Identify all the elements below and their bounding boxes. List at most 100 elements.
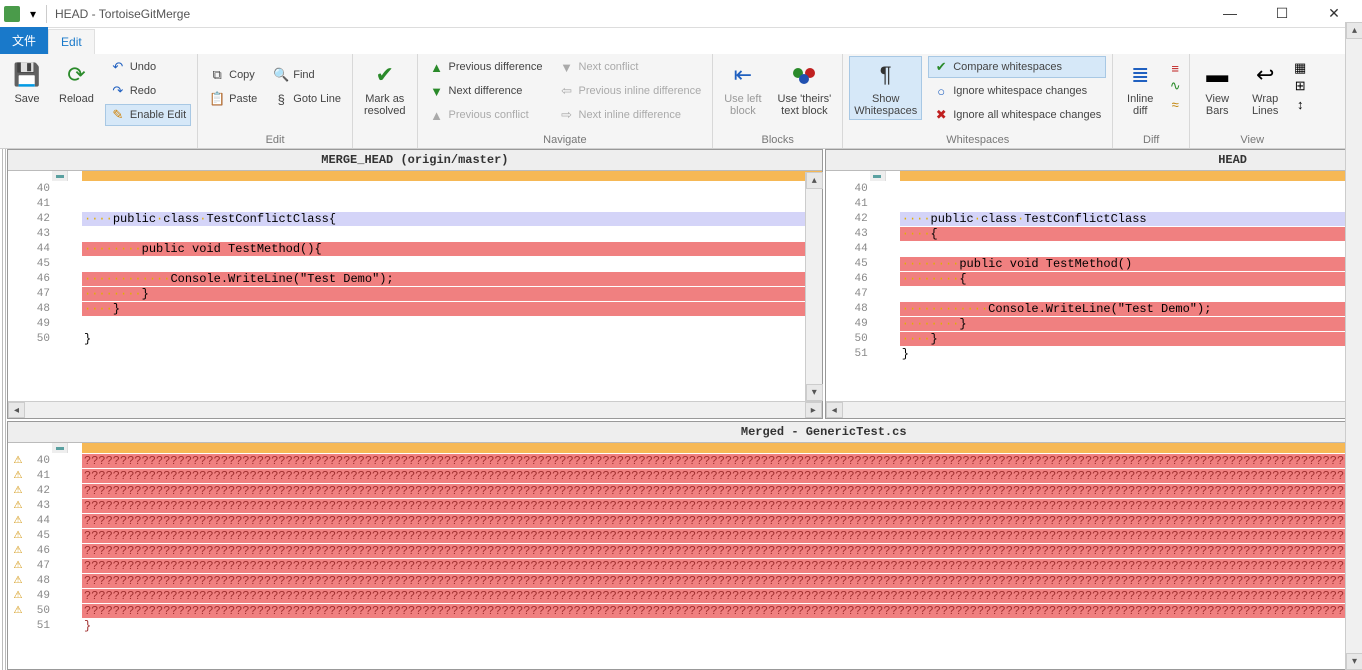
- minimize-button[interactable]: —: [1218, 5, 1242, 22]
- paste-button[interactable]: 📋Paste: [204, 88, 262, 110]
- code-line[interactable]: ⚠46?????????????????????????????????????…: [8, 543, 1362, 558]
- view-bars-label: View Bars: [1205, 93, 1229, 117]
- vscrollbar-merged[interactable]: ▴▾: [1345, 22, 1362, 670]
- prev-conflict-button[interactable]: ▲Previous conflict: [424, 104, 548, 126]
- code-line[interactable]: 41: [8, 196, 822, 211]
- reload-button[interactable]: ⟳ Reload: [54, 56, 99, 108]
- code-line[interactable]: 41: [826, 196, 1362, 211]
- x-icon: ✖: [933, 107, 949, 123]
- code-line[interactable]: 44········public void TestMethod(){: [8, 241, 822, 256]
- copy-button[interactable]: ⧉Copy: [204, 64, 262, 86]
- code-line[interactable]: ⚠50?????????????????????????????????????…: [8, 603, 1362, 618]
- arrow-down-icon: ▼: [559, 59, 575, 75]
- group-label: [359, 132, 411, 148]
- ignore-all-whitespace-button[interactable]: ✖Ignore all whitespace changes: [928, 104, 1106, 126]
- opt3-icon[interactable]: ≈: [1167, 96, 1183, 112]
- code-line[interactable]: 40: [826, 181, 1362, 196]
- code-line[interactable]: ⚠49?????????????????????????????????????…: [8, 588, 1362, 603]
- use-left-icon: ⇤: [727, 59, 759, 91]
- code-line[interactable]: 40: [8, 181, 822, 196]
- show-whitespaces-button[interactable]: ¶ Show Whitespaces: [849, 56, 922, 120]
- code-line[interactable]: 46········{: [826, 271, 1362, 286]
- save-label: Save: [14, 93, 39, 105]
- code-line[interactable]: 49········}: [826, 316, 1362, 331]
- ribbon-group-whitespaces: ¶ Show Whitespaces ✔Compare whitespaces …: [843, 54, 1113, 148]
- qat-dropdown-icon[interactable]: ▾: [24, 5, 42, 23]
- code-line[interactable]: 43: [8, 226, 822, 241]
- prev-inline-diff-button[interactable]: ⇦Previous inline difference: [554, 80, 707, 102]
- enable-edit-label: Enable Edit: [130, 109, 186, 121]
- window-title: HEAD - TortoiseGitMerge: [55, 7, 190, 21]
- view-opt1-icon[interactable]: ▦: [1292, 60, 1308, 76]
- use-left-label: Use left block: [724, 93, 761, 117]
- pilcrow-icon: ¶: [870, 59, 902, 91]
- code-line[interactable]: 49: [8, 316, 822, 331]
- ribbon-group-file: 💾 Save ⟳ Reload ↶Undo ↷Redo ✎Enable Edit: [0, 54, 198, 148]
- view-opt3-icon[interactable]: ↕: [1292, 96, 1308, 112]
- code-line[interactable]: 44: [826, 241, 1362, 256]
- code-line[interactable]: 45········public void TestMethod(): [826, 256, 1362, 271]
- mark-resolved-button[interactable]: ✔ Mark as resolved: [359, 56, 411, 120]
- wrap-lines-button[interactable]: ↩ Wrap Lines: [1244, 56, 1286, 120]
- undo-icon: ↶: [110, 59, 126, 75]
- code-line[interactable]: 42····public·class·TestConflictClass{: [8, 211, 822, 226]
- code-line[interactable]: 48····}: [8, 301, 822, 316]
- vscrollbar-left[interactable]: ▴▾: [805, 172, 822, 401]
- code-line[interactable]: 47: [826, 286, 1362, 301]
- hscrollbar-right[interactable]: ◂▸: [826, 401, 1362, 418]
- code-line[interactable]: 47········}: [8, 286, 822, 301]
- code-line[interactable]: ⚠41?????????????????????????????????????…: [8, 468, 1362, 483]
- code-line[interactable]: ⚠42?????????????????????????????????????…: [8, 483, 1362, 498]
- group-label-blocks: Blocks: [719, 132, 836, 148]
- tab-file[interactable]: 文件: [0, 27, 48, 54]
- close-button[interactable]: ✕: [1322, 5, 1346, 22]
- tab-edit[interactable]: Edit: [48, 29, 95, 54]
- opt1-icon[interactable]: ≡: [1167, 60, 1183, 76]
- quick-access-toolbar: ▾: [24, 5, 42, 23]
- code-line[interactable]: 43····{: [826, 226, 1362, 241]
- arrow-right-icon: ⇨: [559, 107, 575, 123]
- goto-line-button[interactable]: §Goto Line: [268, 88, 346, 110]
- next-diff-button[interactable]: ▼Next difference: [424, 80, 548, 102]
- view-bars-button[interactable]: ▬ View Bars: [1196, 56, 1238, 120]
- code-line[interactable]: 42····public·class·TestConflictClass: [826, 211, 1362, 226]
- pane-body-right[interactable]: 404142····public·class·TestConflictClass…: [826, 171, 1362, 401]
- pane-title-right: HEAD: [826, 150, 1362, 171]
- use-theirs-label: Use 'theirs' text block: [778, 93, 832, 117]
- undo-button[interactable]: ↶Undo: [105, 56, 191, 78]
- code-line[interactable]: ⚠43?????????????????????????????????????…: [8, 498, 1362, 513]
- find-button[interactable]: 🔍Find: [268, 64, 346, 86]
- code-line[interactable]: 46············Console.WriteLine("Test De…: [8, 271, 822, 286]
- code-line[interactable]: ⚠44?????????????????????????????????????…: [8, 513, 1362, 528]
- opt2-icon[interactable]: ∿: [1167, 78, 1183, 94]
- code-line[interactable]: 51}: [826, 346, 1362, 361]
- redo-button[interactable]: ↷Redo: [105, 80, 191, 102]
- enable-edit-button[interactable]: ✎Enable Edit: [105, 104, 191, 126]
- compare-whitespaces-button[interactable]: ✔Compare whitespaces: [928, 56, 1106, 78]
- use-left-block-button[interactable]: ⇤ Use left block: [719, 56, 766, 120]
- ignore-whitespace-button[interactable]: ○Ignore whitespace changes: [928, 80, 1106, 102]
- code-line[interactable]: ⚠48?????????????????????????????????????…: [8, 573, 1362, 588]
- cmp-ws-label: Compare whitespaces: [953, 61, 1062, 73]
- pane-body-merged[interactable]: ⚠40?????????????????????????????????????…: [8, 443, 1362, 669]
- paste-icon: 📋: [209, 91, 225, 107]
- next-conflict-button[interactable]: ▼Next conflict: [554, 56, 707, 78]
- save-button[interactable]: 💾 Save: [6, 56, 48, 108]
- code-line[interactable]: ⚠47?????????????????????????????????????…: [8, 558, 1362, 573]
- group-label-diff: Diff: [1119, 132, 1183, 148]
- inline-diff-button[interactable]: ≣ Inline diff: [1119, 56, 1161, 120]
- code-line[interactable]: ⚠45?????????????????????????????????????…: [8, 528, 1362, 543]
- code-line[interactable]: 45: [8, 256, 822, 271]
- use-theirs-block-button[interactable]: Use 'theirs' text block: [773, 56, 837, 120]
- next-inline-diff-button[interactable]: ⇨Next inline difference: [554, 104, 707, 126]
- code-line[interactable]: 50····}: [826, 331, 1362, 346]
- code-line[interactable]: 48············Console.WriteLine("Test De…: [826, 301, 1362, 316]
- view-opt2-icon[interactable]: ⊞: [1292, 78, 1308, 94]
- code-line[interactable]: 50}: [8, 331, 822, 346]
- maximize-button[interactable]: ☐: [1270, 5, 1294, 22]
- pane-body-left[interactable]: 404142····public·class·TestConflictClass…: [8, 171, 822, 401]
- prev-diff-button[interactable]: ▲Previous difference: [424, 56, 548, 78]
- code-line[interactable]: 51}: [8, 618, 1362, 633]
- code-line[interactable]: ⚠40?????????????????????????????????????…: [8, 453, 1362, 468]
- hscrollbar-left[interactable]: ◂▸: [8, 401, 822, 418]
